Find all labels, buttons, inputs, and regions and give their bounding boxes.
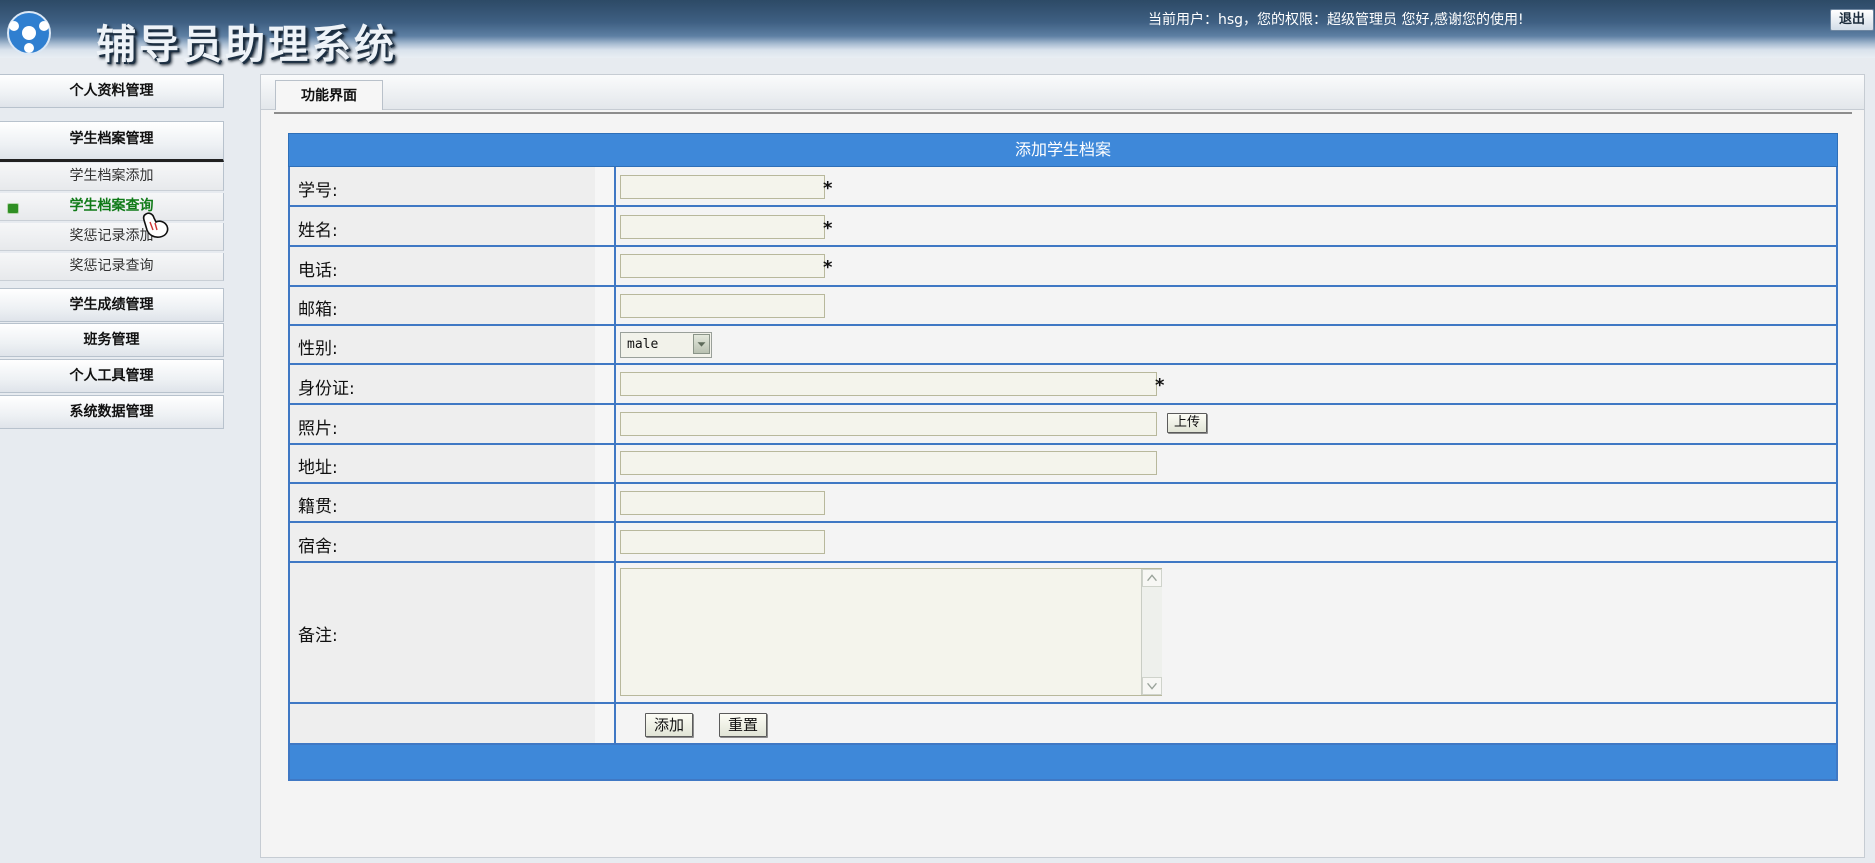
- menu-system-data[interactable]: 系统数据管理: [0, 395, 224, 429]
- scroll-down-icon[interactable]: [1142, 677, 1162, 695]
- row-dorm: 宿舍:: [288, 523, 1838, 563]
- scroll-up-icon[interactable]: [1142, 569, 1162, 587]
- chevron-down-icon[interactable]: [693, 334, 710, 354]
- content-divider: [274, 112, 1852, 114]
- row-actions: [288, 704, 1838, 745]
- textarea-scrollbar[interactable]: [1141, 569, 1162, 695]
- sidebar-item-reward-query[interactable]: 奖惩记录查询: [0, 253, 224, 281]
- label-photo: 照片:: [298, 419, 338, 439]
- dorm-input[interactable]: [620, 530, 825, 554]
- label-email: 邮箱:: [298, 300, 338, 320]
- row-name: 姓名:: [288, 207, 1838, 247]
- form-title: 添加学生档案: [288, 133, 1838, 167]
- upload-button[interactable]: 上传: [1167, 413, 1207, 433]
- reset-button[interactable]: 重置: [719, 713, 767, 737]
- menu-tools-mgmt[interactable]: 个人工具管理: [0, 359, 224, 393]
- student-id-input[interactable]: [620, 175, 825, 199]
- label-student-id: 学号:: [298, 181, 338, 201]
- required-mark: *: [1155, 375, 1165, 396]
- row-native-place: 籍贯:: [288, 484, 1838, 523]
- phone-input[interactable]: [620, 254, 825, 278]
- name-input[interactable]: [620, 215, 825, 239]
- menu-class-mgmt[interactable]: 班务管理: [0, 323, 224, 357]
- label-dorm: 宿舍:: [298, 537, 338, 557]
- row-email: 邮箱:: [288, 287, 1838, 326]
- app-title: 辅导员助理系统: [96, 21, 397, 68]
- id-card-input[interactable]: [620, 372, 1157, 396]
- logo-icon: [7, 11, 51, 55]
- menu-personal-info[interactable]: 个人资料管理: [0, 74, 224, 108]
- label-address: 地址:: [298, 458, 338, 478]
- top-header: 辅导员助理系统 当前用户：hsg，您的权限：超级管理员 您好,感谢您的使用! 退…: [0, 0, 1875, 68]
- required-mark: *: [823, 257, 833, 278]
- sidebar-item-archive-query[interactable]: 学生档案查询: [0, 193, 224, 221]
- photo-path-input[interactable]: [620, 412, 1157, 436]
- active-bullet-icon: [7, 203, 19, 214]
- hand-cursor-icon: [142, 212, 169, 238]
- label-gender: 性别:: [298, 339, 338, 359]
- required-mark: *: [823, 218, 833, 239]
- native-place-input[interactable]: [620, 491, 825, 515]
- menu-student-archive[interactable]: 学生档案管理: [0, 121, 224, 162]
- label-id-card: 身份证:: [298, 379, 355, 399]
- required-mark: *: [823, 178, 833, 199]
- label-phone: 电话:: [298, 261, 338, 281]
- address-input[interactable]: [620, 451, 1157, 475]
- form-footer-bar: [288, 745, 1838, 781]
- sidebar-item-archive-add[interactable]: 学生档案添加: [0, 163, 224, 191]
- add-button[interactable]: 添加: [645, 713, 693, 737]
- row-student-id: 学号:: [288, 167, 1838, 207]
- row-gender: 性别:: [288, 326, 1838, 365]
- logout-button[interactable]: 退出: [1830, 9, 1874, 31]
- user-status-text: 当前用户：hsg，您的权限：超级管理员 您好,感谢您的使用!: [1148, 12, 1524, 28]
- row-phone: 电话:: [288, 247, 1838, 287]
- label-native-place: 籍贯:: [298, 497, 338, 517]
- tab-function-interface[interactable]: 功能界面: [275, 80, 383, 110]
- tab-strip: [260, 74, 1865, 110]
- email-input[interactable]: [620, 294, 825, 318]
- label-remarks: 备注:: [298, 626, 338, 646]
- menu-grade-mgmt[interactable]: 学生成绩管理: [0, 288, 224, 322]
- gender-select-value: male: [627, 337, 659, 352]
- label-name: 姓名:: [298, 221, 338, 241]
- remarks-textarea[interactable]: [620, 568, 1162, 696]
- sidebar-item-reward-add[interactable]: 奖惩记录添加: [0, 223, 224, 251]
